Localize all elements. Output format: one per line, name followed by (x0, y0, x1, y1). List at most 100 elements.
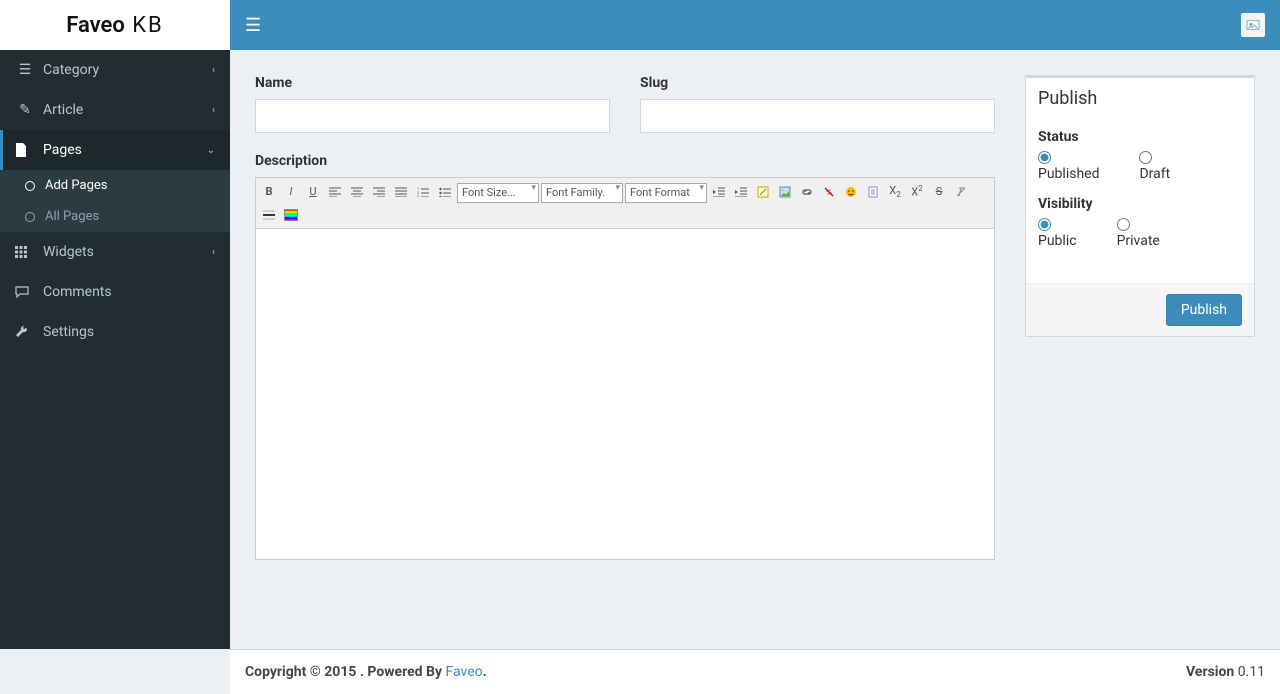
avatar-icon (1245, 17, 1261, 33)
brand-main: Faveo (66, 13, 125, 38)
version-number: 0.11 (1234, 664, 1265, 680)
sidebar-label: Comments (43, 284, 215, 300)
main-content: Name Slug Description B I U (230, 50, 1280, 649)
link-button[interactable] (797, 182, 817, 202)
remove-format-button[interactable] (951, 182, 971, 202)
radio-label: Published (1038, 166, 1099, 182)
outdent-button[interactable] (709, 182, 729, 202)
circle-icon (25, 212, 35, 222)
description-label: Description (255, 153, 995, 169)
superscript-button[interactable]: X2 (907, 182, 927, 202)
version-label: Version (1186, 664, 1234, 680)
visibility-private-radio[interactable] (1117, 218, 1130, 231)
submenu-label: All Pages (45, 209, 99, 224)
sidebar-item-category[interactable]: ☰ Category ‹ (0, 50, 230, 90)
comment-icon (15, 286, 35, 298)
page-form: Name Slug Description B I U (255, 75, 995, 560)
wrench-icon (15, 326, 35, 339)
underline-button[interactable]: U (303, 182, 323, 202)
font-format-select[interactable]: Font Format (625, 183, 707, 203)
editor-toolbar: B I U 123 Font Size... Font Family. Font (256, 178, 994, 229)
visibility-public-option[interactable]: Public (1038, 218, 1077, 249)
document-button[interactable] (863, 182, 883, 202)
publish-box: Publish Status Published Draft (1025, 75, 1255, 337)
sidebar-item-article[interactable]: ✎ Article ‹ (0, 90, 230, 130)
grid-icon (15, 246, 35, 258)
slug-input[interactable] (640, 99, 995, 133)
image-button[interactable] (775, 182, 795, 202)
status-group: Status Published Draft (1038, 129, 1242, 182)
brand-suffix: KB (125, 13, 164, 38)
align-justify-button[interactable] (391, 182, 411, 202)
chevron-down-icon: ⌄ (207, 145, 215, 156)
list-icon: ☰ (15, 62, 35, 78)
sidebar-label: Settings (43, 324, 215, 340)
copyright-text: Copyright © 2015 . Powered By (245, 664, 445, 680)
sidebar-label: Article (43, 102, 212, 118)
submenu-pages: Add Pages All Pages (0, 170, 230, 232)
faveo-link[interactable]: Faveo (445, 664, 482, 680)
slug-group: Slug (640, 75, 995, 133)
ordered-list-button[interactable]: 123 (413, 182, 433, 202)
name-group: Name (255, 75, 610, 133)
chevron-left-icon: ‹ (212, 65, 215, 76)
status-label: Status (1038, 129, 1242, 145)
status-draft-option[interactable]: Draft (1139, 151, 1170, 182)
status-draft-radio[interactable] (1139, 151, 1152, 164)
submenu-add-pages[interactable]: Add Pages (0, 170, 230, 201)
file-icon (15, 143, 35, 157)
rich-text-editor: B I U 123 Font Size... Font Family. Font (255, 177, 995, 560)
name-label: Name (255, 75, 610, 91)
sidebar-item-comments[interactable]: Comments (0, 272, 230, 312)
edit-icon: ✎ (15, 102, 35, 118)
dot: . (483, 664, 487, 680)
unordered-list-button[interactable] (435, 182, 455, 202)
visibility-label: Visibility (1038, 196, 1242, 212)
header: Faveo KB ☰ (0, 0, 1280, 50)
font-size-select[interactable]: Font Size... (457, 183, 539, 203)
align-right-button[interactable] (369, 182, 389, 202)
strikethrough-button[interactable]: S (929, 182, 949, 202)
chevron-left-icon: ‹ (212, 247, 215, 258)
footer-copyright: Copyright © 2015 . Powered By Faveo. (245, 664, 487, 680)
publish-footer: Publish (1026, 283, 1254, 336)
editor-body[interactable] (256, 229, 994, 559)
status-published-radio[interactable] (1038, 151, 1051, 164)
footer: Copyright © 2015 . Powered By Faveo. Ver… (230, 649, 1280, 694)
logo[interactable]: Faveo KB (0, 0, 230, 50)
status-published-option[interactable]: Published (1038, 151, 1099, 182)
name-input[interactable] (255, 99, 610, 133)
color-button[interactable] (281, 205, 301, 225)
insert-button[interactable] (841, 182, 861, 202)
italic-button[interactable]: I (281, 182, 301, 202)
sidebar-item-settings[interactable]: Settings (0, 312, 230, 352)
sidebar-label: Category (43, 62, 212, 78)
sidebar-item-pages[interactable]: Pages ⌄ (0, 130, 230, 170)
sidebar-item-widgets[interactable]: Widgets ‹ (0, 232, 230, 272)
user-avatar[interactable] (1241, 13, 1265, 37)
unlink-button[interactable] (819, 182, 839, 202)
hr-button[interactable] (259, 205, 279, 225)
submenu-all-pages[interactable]: All Pages (0, 201, 230, 232)
chevron-left-icon: ‹ (212, 105, 215, 116)
bold-button[interactable]: B (259, 182, 279, 202)
sidebar-label: Pages (43, 142, 207, 158)
edit-html-button[interactable] (753, 182, 773, 202)
indent-button[interactable] (731, 182, 751, 202)
align-left-button[interactable] (325, 182, 345, 202)
subscript-button[interactable]: X2 (885, 182, 905, 202)
radio-label: Draft (1139, 166, 1170, 182)
footer-version: Version 0.11 (1186, 664, 1265, 680)
sidebar-label: Widgets (43, 244, 212, 260)
radio-label: Private (1117, 233, 1160, 249)
color-swatch-icon (284, 209, 298, 221)
menu-toggle-icon[interactable]: ☰ (245, 15, 261, 36)
visibility-public-radio[interactable] (1038, 218, 1051, 231)
publish-title: Publish (1026, 78, 1254, 119)
submenu-label: Add Pages (45, 178, 107, 193)
align-center-button[interactable] (347, 182, 367, 202)
circle-icon (25, 181, 35, 191)
publish-button[interactable]: Publish (1166, 294, 1242, 326)
visibility-private-option[interactable]: Private (1117, 218, 1160, 249)
font-family-select[interactable]: Font Family. (541, 183, 623, 203)
